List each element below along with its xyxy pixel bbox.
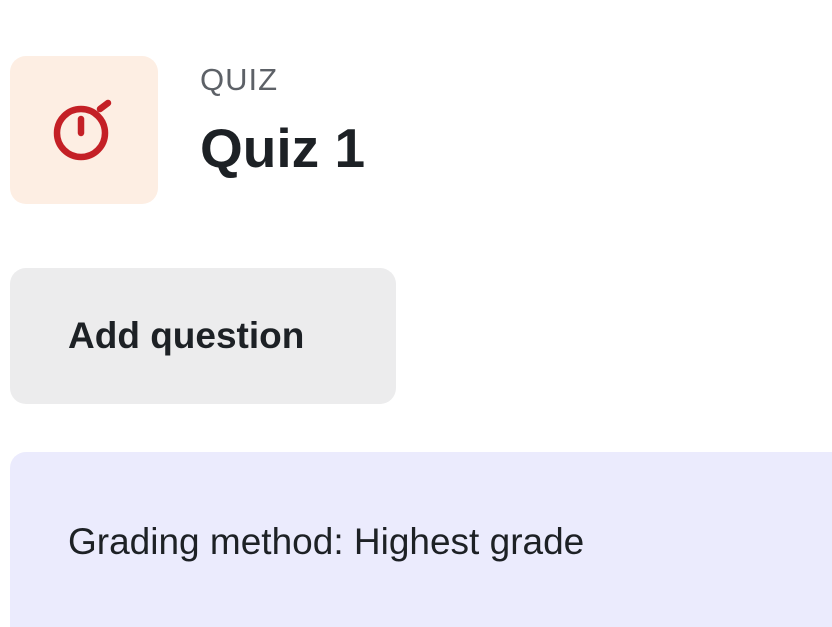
activity-header: QUIZ Quiz 1 <box>10 56 365 204</box>
stopwatch-icon <box>53 99 112 161</box>
grading-method-info: Grading method: Highest grade <box>10 452 832 627</box>
quiz-page: QUIZ Quiz 1 Add question Grading method:… <box>0 0 832 627</box>
header-titles: QUIZ Quiz 1 <box>200 56 365 178</box>
module-type-label: QUIZ <box>200 62 279 97</box>
add-question-button[interactable]: Add question <box>10 268 396 404</box>
page-title: Quiz 1 <box>200 117 366 179</box>
activity-icon-container <box>10 56 158 204</box>
grading-method-text: Grading method: Highest grade <box>68 521 585 562</box>
